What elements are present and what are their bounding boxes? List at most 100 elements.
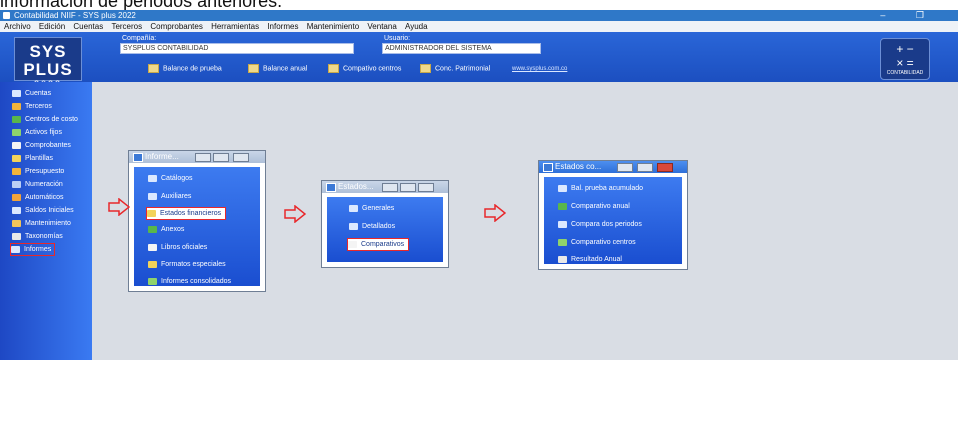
report-icon: [328, 64, 339, 73]
sidebar: Cuentas Terceros Centros de costo Activo…: [0, 82, 92, 428]
estados-window[interactable]: Estados... Generales Detallados Comparat…: [321, 180, 449, 268]
menu-item-informes-consolidados[interactable]: Informes consolidados: [148, 276, 231, 287]
window-titlebar: Contabilidad NIIF - SYS plus 2022 – ❐: [0, 10, 958, 21]
menu-item-generales[interactable]: Generales: [349, 203, 394, 214]
sidebar-item-plantillas[interactable]: Plantillas: [12, 153, 53, 164]
app-icon: [3, 12, 10, 19]
menu-ventana[interactable]: Ventana: [367, 22, 396, 31]
estados-titlebar[interactable]: Estados...: [322, 181, 448, 193]
minimize-button[interactable]: [617, 163, 633, 172]
chart-icon: [12, 115, 21, 123]
chart-icon: [148, 225, 157, 233]
menu-item-libros-oficiales[interactable]: Libros oficiales: [148, 242, 207, 253]
conc-patrimonial-button[interactable]: Conc. Patrimonial: [420, 64, 490, 74]
budget-icon: [12, 167, 21, 175]
template-icon: [12, 154, 21, 162]
user-field[interactable]: ADMINISTRADOR DEL SISTEMA: [382, 43, 541, 54]
arrow-right-icon: [484, 204, 506, 222]
close-button[interactable]: [657, 163, 673, 172]
ssi-logo: SSI: [6, 408, 39, 428]
folder-icon: [349, 222, 358, 230]
menu-herramientas[interactable]: Herramientas: [211, 22, 259, 31]
informes-window[interactable]: Informe... Catálogos Auxiliares Estados …: [128, 150, 266, 292]
maximize-button[interactable]: [213, 153, 229, 162]
window-controls[interactable]: – ❐: [880, 10, 938, 21]
sidebar-item-terceros[interactable]: Terceros: [12, 101, 52, 112]
menu-item-anexos[interactable]: Anexos: [148, 224, 184, 235]
company-field[interactable]: SYSPLUS CONTABILIDAD: [120, 43, 354, 54]
calc-symbols: + − × =: [896, 42, 914, 70]
minimize-button[interactable]: [382, 183, 398, 192]
book-icon: [148, 243, 157, 251]
estados-title: Estados...: [338, 182, 374, 191]
close-button[interactable]: [418, 183, 434, 192]
sidebar-item-automaticos[interactable]: Automáticos: [12, 192, 64, 203]
bar-chart-icon: [558, 238, 567, 246]
website-link[interactable]: www.sysplus.com.co: [512, 66, 567, 72]
calculator-icon[interactable]: + − × = CONTABILIDAD: [880, 38, 930, 80]
result-icon: [558, 255, 567, 263]
minimize-button[interactable]: [195, 153, 211, 162]
company-label: Compañía:: [122, 35, 157, 42]
menu-item-catalogos[interactable]: Catálogos: [148, 173, 193, 184]
comparativos-title: Estados co...: [555, 162, 602, 171]
menu-item-resultado-anual[interactable]: Resultado Anual: [558, 254, 622, 265]
compare-icon: [558, 220, 567, 228]
close-button[interactable]: [233, 153, 249, 162]
informes-title: Informe...: [145, 152, 179, 161]
menu-terceros[interactable]: Terceros: [111, 22, 142, 31]
report-icon: [420, 64, 431, 73]
user-label: Usuario:: [384, 35, 411, 42]
menu-item-comparativos[interactable]: Comparativos: [347, 238, 410, 251]
maximize-button[interactable]: [400, 183, 416, 192]
comparativos-titlebar[interactable]: Estados co...: [539, 161, 687, 173]
sidebar-item-presupuesto[interactable]: Presupuesto: [12, 166, 64, 177]
folder-icon: [348, 240, 357, 248]
menu-item-detallados[interactable]: Detallados: [349, 221, 395, 232]
menu-item-compara-dos-periodos[interactable]: Compara dos periodos: [558, 219, 642, 230]
sidebar-item-centros-costo[interactable]: Centros de costo: [12, 114, 78, 125]
menu-archivo[interactable]: Archivo: [4, 22, 31, 31]
sidebar-item-taxonomias[interactable]: Taxonomías: [12, 231, 63, 242]
menu-item-bal-prueba-acumulado[interactable]: Bal. prueba acumulado: [558, 183, 643, 194]
maximize-button[interactable]: [637, 163, 653, 172]
folder-icon: [148, 192, 157, 200]
sidebar-item-comprobantes[interactable]: Comprobantes: [12, 140, 71, 151]
menu-item-estados-financieros[interactable]: Estados financieros: [146, 207, 227, 220]
compativo-centros-button[interactable]: Compativo centros: [328, 64, 401, 74]
chart-icon: [558, 202, 567, 210]
sidebar-item-cuentas[interactable]: Cuentas: [12, 88, 51, 99]
tools-icon: [12, 219, 21, 227]
sidebar-item-numeracion[interactable]: Numeración: [12, 179, 63, 190]
menu-comprobantes[interactable]: Comprobantes: [150, 22, 202, 31]
report-icon: [147, 209, 156, 217]
calc-label: CONTABILIDAD: [886, 70, 924, 76]
magic-icon: [12, 193, 21, 201]
informes-titlebar[interactable]: Informe...: [129, 151, 265, 163]
sidebar-item-saldos-iniciales[interactable]: Saldos Iniciales: [12, 205, 74, 216]
report-icon: [558, 184, 567, 192]
sidebar-item-activos-fijos[interactable]: Activos fijos: [12, 127, 62, 138]
menu-mantenimiento[interactable]: Mantenimiento: [307, 22, 359, 31]
sysplus-logo: SYS PLUS 2022: [14, 37, 82, 89]
document-icon: [12, 141, 21, 149]
sidebar-item-informes[interactable]: Informes: [10, 243, 56, 256]
menu-item-comparativo-centros[interactable]: Comparativo centros: [558, 237, 636, 248]
comparativos-window[interactable]: Estados co... Bal. prueba acumulado Comp…: [538, 160, 688, 270]
menu-edicion[interactable]: Edición: [39, 22, 65, 31]
menu-item-auxiliares[interactable]: Auxiliares: [148, 191, 191, 202]
menu-cuentas[interactable]: Cuentas: [73, 22, 103, 31]
form-icon: [148, 260, 157, 268]
balance-anual-button[interactable]: Balance anual: [248, 64, 307, 74]
menu-informes[interactable]: Informes: [267, 22, 298, 31]
report-icon: [148, 64, 159, 73]
menu-item-comparativo-anual[interactable]: Comparativo anual: [558, 201, 630, 212]
sidebar-item-mantenimiento[interactable]: Mantenimiento: [12, 218, 71, 229]
logo-text: SYS PLUS: [23, 42, 73, 79]
bar-chart-icon: [12, 128, 21, 136]
taxonomy-icon: [12, 232, 21, 240]
menu-item-formatos-especiales[interactable]: Formatos especiales: [148, 259, 226, 270]
menu-ayuda[interactable]: Ayuda: [405, 22, 428, 31]
balance-prueba-button[interactable]: Balance de prueba: [148, 64, 222, 74]
window-icon: [326, 183, 336, 192]
